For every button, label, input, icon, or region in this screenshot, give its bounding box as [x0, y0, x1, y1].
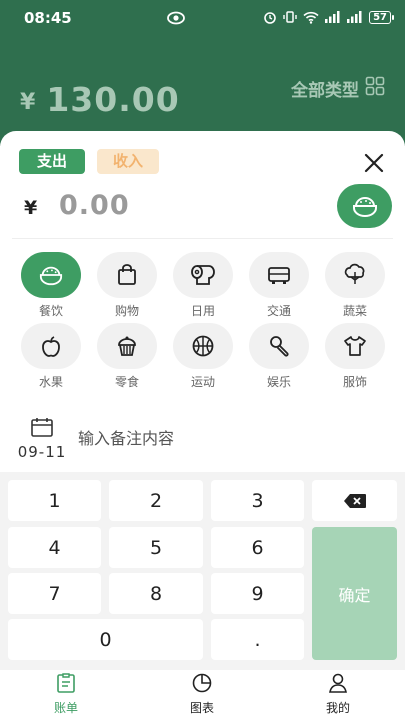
total-amount: ¥130.00 [20, 80, 180, 119]
date-picker[interactable]: 09-11 [12, 417, 72, 461]
key-9[interactable]: 9 [211, 573, 304, 614]
eye-icon [166, 8, 186, 28]
divider [12, 238, 393, 239]
category-fruit[interactable]: 水果 [13, 323, 89, 390]
user-icon [329, 673, 347, 693]
category-entertainment[interactable]: 娱乐 [241, 323, 317, 390]
category-circle [325, 323, 385, 369]
category-circle [21, 252, 81, 298]
key-5[interactable]: 5 [109, 527, 203, 568]
category-circle [173, 323, 233, 369]
category-circle [97, 252, 157, 298]
confirm-button[interactable]: 确定 [312, 527, 397, 660]
tab-label: 图表 [189, 701, 214, 715]
pie-chart-icon [192, 673, 212, 693]
signal-icon-2 [347, 11, 363, 23]
key-0[interactable]: 0 [8, 619, 203, 660]
total-value: 130.00 [46, 80, 180, 119]
category-label: 零食 [114, 375, 139, 389]
key-dot[interactable]: . [211, 619, 304, 660]
rice-bowl-icon [352, 197, 377, 217]
amount-currency: ¥ [24, 197, 38, 219]
vibrate-icon [283, 10, 297, 24]
category-circle [249, 323, 309, 369]
tab-income[interactable]: 收入 [97, 149, 159, 174]
type-filter-button[interactable]: 全部类型 [291, 76, 385, 101]
tab-bill[interactable]: 账单 [26, 672, 106, 716]
category-label: 蔬菜 [342, 304, 367, 318]
rice-bowl-icon [39, 266, 63, 286]
type-filter-label: 全部类型 [291, 81, 359, 101]
category-circle [21, 323, 81, 369]
tab-expense[interactable]: 支出 [19, 149, 85, 174]
tab-profile[interactable]: 我的 [298, 672, 378, 716]
alarm-icon [263, 10, 277, 24]
selected-category-icon [337, 184, 392, 228]
shopping-bag-icon [118, 264, 136, 285]
category-circle [97, 323, 157, 369]
category-label: 交通 [266, 304, 291, 318]
calendar-icon [31, 418, 53, 437]
tab-label: 我的 [325, 701, 350, 715]
status-icons: 57 [263, 10, 394, 24]
backspace-button[interactable] [312, 480, 397, 521]
key-8[interactable]: 8 [109, 573, 203, 614]
category-circle [249, 252, 309, 298]
category-label: 日用 [190, 304, 215, 318]
category-label: 水果 [38, 375, 63, 389]
basketball-icon [192, 335, 214, 357]
close-icon [364, 153, 384, 173]
category-label: 运动 [190, 375, 215, 389]
category-clothing[interactable]: 服饰 [317, 323, 393, 390]
category-sports[interactable]: 运动 [165, 323, 241, 390]
amount-row: ¥ 0.00 [0, 183, 405, 233]
tab-label: 账单 [53, 701, 78, 715]
amount-display: 0.00 [59, 190, 130, 221]
category-label: 服饰 [342, 375, 367, 389]
date-text: 09-11 [17, 443, 67, 461]
status-time: 08:45 [24, 9, 72, 27]
category-circle [173, 252, 233, 298]
key-3[interactable]: 3 [211, 480, 304, 521]
category-label: 购物 [114, 304, 139, 318]
keypad: 1 2 3 4 5 6 7 8 9 0 . 确定 [0, 472, 405, 670]
tissue-roll-icon [191, 265, 215, 285]
bill-icon [57, 673, 75, 693]
bus-icon [268, 267, 290, 284]
tab-chart[interactable]: 图表 [162, 672, 242, 716]
cupcake-icon [118, 336, 136, 356]
category-transport[interactable]: 交通 [241, 252, 317, 319]
key-7[interactable]: 7 [8, 573, 101, 614]
category-label: 餐饮 [38, 304, 63, 318]
category-vegetables[interactable]: 蔬菜 [317, 252, 393, 319]
category-dining[interactable]: 餐饮 [13, 252, 89, 319]
key-1[interactable]: 1 [8, 480, 101, 521]
key-6[interactable]: 6 [211, 527, 304, 568]
grid-icon [365, 76, 385, 101]
category-snacks[interactable]: 零食 [89, 323, 165, 390]
header: ¥130.00 全部类型 [0, 36, 405, 146]
battery-icon: 57 [369, 10, 394, 24]
key-2[interactable]: 2 [109, 480, 203, 521]
apple-icon [42, 336, 60, 357]
key-4[interactable]: 4 [8, 527, 101, 568]
wifi-icon [303, 11, 319, 24]
close-button[interactable] [363, 152, 385, 174]
bottom-tab-bar: 账单 图表 我的 [0, 670, 405, 720]
category-circle [325, 252, 385, 298]
vegetable-icon [344, 263, 365, 284]
currency-symbol: ¥ [20, 90, 37, 115]
signal-icon [325, 11, 341, 23]
category-shopping[interactable]: 购物 [89, 252, 165, 319]
backspace-icon [343, 493, 366, 508]
microphone-icon [270, 336, 289, 357]
category-daily[interactable]: 日用 [165, 252, 241, 319]
status-bar: 08:45 57 [0, 0, 405, 36]
note-input[interactable] [78, 426, 378, 450]
shirt-icon [344, 336, 366, 356]
category-label: 娱乐 [266, 375, 291, 389]
